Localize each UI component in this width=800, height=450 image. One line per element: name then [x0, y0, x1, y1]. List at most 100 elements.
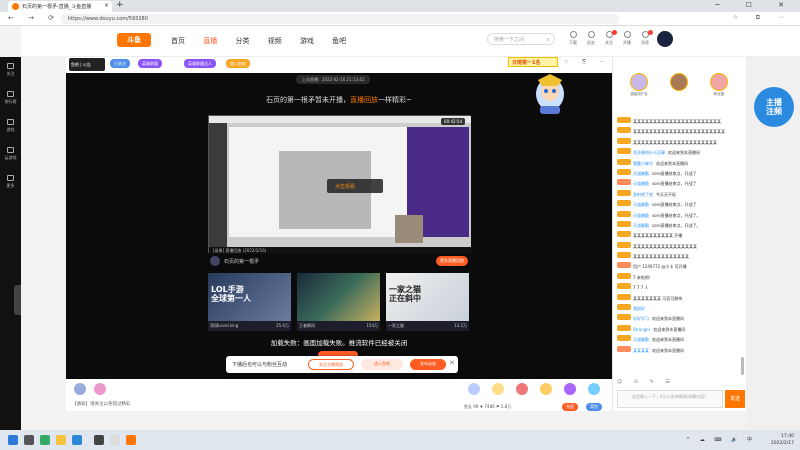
chat-username[interactable]: 雷霆小辉仔 [633, 161, 653, 166]
enter-fishbar-button[interactable]: 进入鱼吧 [361, 359, 403, 370]
replay-link[interactable]: 直播回放 [350, 96, 378, 104]
chat-input[interactable]: 这里输入一下，K可以发弹幕喔(弹幕内容) [617, 390, 723, 408]
gift-icon-1[interactable] [72, 383, 88, 396]
chat-username[interactable]: 发射吧了吧 [633, 192, 653, 197]
chat-username[interactable]: 天道酬勤 [633, 223, 649, 228]
anchor-bar-icons[interactable]: ☆ ⎘ ⋯ [564, 59, 611, 65]
tag-lol-master[interactable]: 英雄联盟达人 [184, 59, 216, 68]
tag-lol[interactable]: 英雄联盟 [138, 59, 162, 68]
chat-username[interactable]: 天道酬勤 [633, 337, 649, 342]
sidebar-item-more[interactable]: 更多 [0, 175, 21, 189]
video-player[interactable]: 上次直播：2022-02-16 21:13:41 石页的第一根矛暂未开播，直播回… [66, 73, 612, 379]
sidebar-item-follow[interactable]: 关注 [0, 63, 21, 77]
url-field[interactable]: https://www.douyu.com/593280 [60, 14, 620, 24]
rank-icon [7, 91, 14, 97]
promo-badge[interactable]: 主播 注频 [754, 87, 794, 127]
rec-video-1[interactable]: LOL手游 全球第一人 洞洞Level.king 25.6万 [208, 273, 291, 331]
menu-fishbar[interactable]: 鱼吧 [332, 37, 346, 45]
close-tab-icon[interactable]: × [104, 2, 109, 9]
chat-username[interactable]: Stranger [633, 327, 650, 332]
clock[interactable]: 17:40 2022/2/17 [771, 433, 794, 447]
chat-scrollbar[interactable] [741, 357, 744, 375]
chat-username[interactable]: 我很好 [633, 306, 645, 311]
gift-icon-7[interactable] [562, 383, 578, 396]
post-dynamic-button[interactable]: 发布动态 [410, 359, 446, 370]
rec-video-2[interactable]: 王者瞬间 154万 [297, 273, 380, 331]
history-icon[interactable]: 历史 [583, 31, 599, 46]
tag-join-fans[interactable]: 加入粉丝 [226, 59, 250, 68]
chat-username[interactable]: 某某某某 [633, 348, 649, 353]
sidebar-item-rank[interactable]: 排行榜 [0, 91, 21, 105]
menu-game[interactable]: 游戏 [300, 37, 314, 45]
more-replays-button[interactable]: 更多直播回放 [436, 256, 468, 266]
new-tab-button[interactable]: + [116, 0, 124, 10]
heart-icon [7, 63, 14, 69]
bag-button[interactable]: 背包 [586, 403, 602, 411]
level-badge-icon [617, 304, 631, 311]
douyu-logo[interactable]: 斗鱼 [117, 33, 151, 47]
gift-icon-6[interactable] [538, 383, 554, 396]
chat-username[interactable]: 天道酬勤 [633, 171, 649, 176]
chat-text: 7 来啦吧！ [633, 274, 653, 280]
chat-username[interactable]: 好好学习 [633, 316, 649, 321]
follow-icon[interactable]: 关注 [601, 30, 617, 46]
mascot-image[interactable] [532, 72, 568, 118]
search-input[interactable]: 搜索一下之间 ⌕ [487, 33, 555, 45]
tag-followed[interactable]: 已关注 [110, 59, 130, 68]
replay-anchor-avatar[interactable] [210, 256, 220, 266]
gift-icon-3[interactable] [466, 383, 482, 396]
user-avatar[interactable] [657, 31, 673, 47]
follow-channel-button[interactable]: 关注主播频道 [308, 359, 354, 370]
replay-anchor-name[interactable]: 石页的第一根矛 [224, 258, 259, 265]
message-icon[interactable]: 消息 [637, 30, 653, 46]
chat-username[interactable]: 洗洗睡吧什么回事 [633, 150, 665, 155]
search-icon[interactable]: ⌕ [547, 36, 550, 44]
daily-rank-badge[interactable]: 日榜第一1名 [508, 57, 558, 67]
close-icon[interactable]: ✕ [449, 359, 455, 367]
menu-video[interactable]: 视频 [268, 37, 282, 45]
chat-text: 某某某某某某某某某某某某某某 [633, 254, 689, 260]
douyu-app-icon[interactable] [126, 435, 136, 445]
sidebar-collapse-handle[interactable] [14, 285, 21, 315]
window-controls[interactable]: ─ ☐ ✕ [715, 1, 796, 9]
gift-icon-2[interactable] [92, 383, 108, 396]
send-button[interactable]: 发送 [725, 390, 745, 408]
douyu-favicon-icon [12, 3, 19, 10]
top-fan-2[interactable] [665, 73, 693, 92]
nav-buttons[interactable]: ← → ⟳ [8, 14, 60, 22]
gift-icon-8[interactable] [586, 383, 602, 396]
rec-video-3[interactable]: 一家之猫 正在斜中 一家之猫 13.2万 [386, 273, 469, 331]
top-fan-3[interactable]: 粉丝团 [705, 73, 733, 97]
anchor-card[interactable]: 鱼吧 | 公告 [69, 58, 105, 71]
replay-video-thumbnail[interactable]: 点击观看 00:42:54 [录像] 直播回放 (2022/2/16) [208, 115, 471, 254]
menu-live[interactable]: 直播 [203, 37, 217, 45]
video-duration-badge: 00:42:54 [441, 118, 465, 125]
edge-icon[interactable] [72, 435, 82, 445]
sidebar-item-cloud-game[interactable]: 云游戏 [0, 147, 21, 161]
chat-username[interactable]: 天道酬勤 [633, 202, 649, 207]
task-view-icon[interactable] [40, 435, 50, 445]
menu-home[interactable]: 首页 [171, 37, 185, 45]
search-icon[interactable] [24, 435, 34, 445]
chat-username[interactable]: 天道酬勤 [633, 213, 649, 218]
app-icon-2[interactable] [110, 435, 120, 445]
offline-interact-text: 下播后也可以与粉丝互动 [232, 362, 288, 368]
play-video-button[interactable]: 点击观看 [327, 179, 383, 193]
windows-start-icon[interactable] [8, 435, 18, 445]
file-explorer-icon[interactable] [56, 435, 66, 445]
app-icon-1[interactable] [94, 435, 104, 445]
chat-username[interactable]: 天道酬勤 [633, 181, 649, 186]
top-fan-1[interactable]: 超级用户名 [625, 73, 653, 97]
gift-icon-5[interactable] [514, 383, 530, 396]
start-live-icon[interactable]: 开播 [619, 31, 635, 46]
browser-tools[interactable]: ☆ ⧉ ⋯ [733, 14, 792, 22]
charge-button[interactable]: 充值 [562, 403, 578, 411]
system-tray[interactable]: ^ ☁ ⌨ 🔊 中 [686, 436, 756, 443]
gift-icon-4[interactable] [490, 383, 506, 396]
sidebar-item-game[interactable]: 游戏 [0, 119, 21, 133]
level-badge-icon [617, 324, 631, 331]
browser-tab[interactable]: 石页的第一根矛-直播_斗鱼直播 × [8, 1, 112, 12]
download-icon[interactable]: 下载 [565, 31, 581, 46]
menu-category[interactable]: 分类 [235, 37, 249, 45]
chat-tools[interactable]: ☺ ⊙ ✎ ☰ [617, 379, 675, 385]
